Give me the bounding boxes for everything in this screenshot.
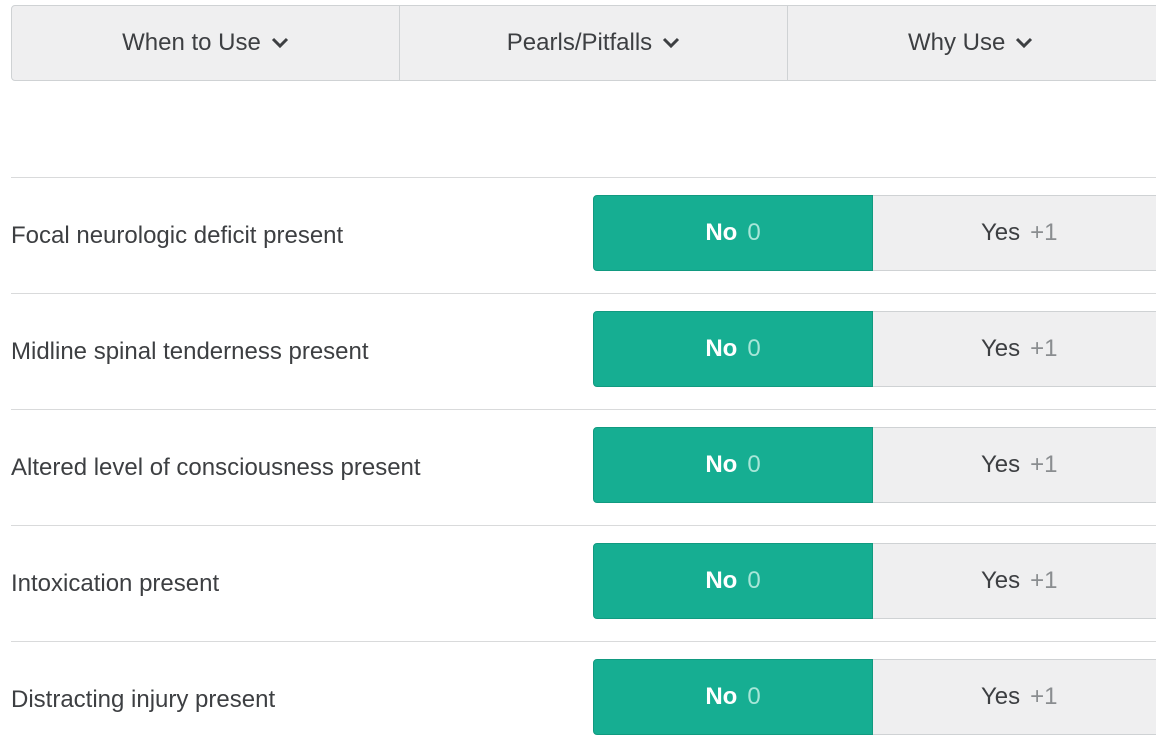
criterion-row: Focal neurologic deficit present No 0 Ye… (11, 177, 1156, 293)
yes-no-toggle: No 0 Yes +1 (593, 659, 1156, 735)
criterion-row: Intoxication present No 0 Yes +1 (11, 525, 1156, 641)
tab-label: Why Use (908, 29, 1006, 56)
yes-option-button[interactable]: Yes +1 (873, 311, 1156, 387)
option-label: No (705, 451, 738, 478)
no-option-button[interactable]: No 0 (593, 427, 873, 503)
option-points: +1 (1030, 219, 1058, 246)
no-option-button[interactable]: No 0 (593, 659, 873, 735)
calculator-page: When to Use Pearls/Pitfalls Why Use Foca… (0, 0, 1156, 750)
no-option-button[interactable]: No 0 (593, 543, 873, 619)
option-label: No (705, 219, 738, 246)
option-points: 0 (747, 567, 761, 594)
criteria-list: Focal neurologic deficit present No 0 Ye… (11, 177, 1156, 750)
option-label: No (705, 567, 738, 594)
option-label: Yes (981, 567, 1021, 594)
no-option-button[interactable]: No 0 (593, 311, 873, 387)
criterion-row: Midline spinal tenderness present No 0 Y… (11, 293, 1156, 409)
tab-label: When to Use (122, 29, 261, 56)
option-label: Yes (981, 219, 1021, 246)
yes-no-toggle: No 0 Yes +1 (593, 543, 1156, 619)
chevron-down-icon (663, 37, 680, 49)
criterion-label: Midline spinal tenderness present (11, 338, 369, 365)
no-option-button[interactable]: No 0 (593, 195, 873, 271)
yes-option-button[interactable]: Yes +1 (873, 427, 1156, 503)
criterion-label: Intoxication present (11, 570, 220, 597)
criterion-row: Altered level of consciousness present N… (11, 409, 1156, 525)
yes-option-button[interactable]: Yes +1 (873, 543, 1156, 619)
yes-option-button[interactable]: Yes +1 (873, 659, 1156, 735)
yes-no-toggle: No 0 Yes +1 (593, 427, 1156, 503)
yes-no-toggle: No 0 Yes +1 (593, 311, 1156, 387)
criterion-label: Distracting injury present (11, 686, 276, 713)
tab-why-use[interactable]: Why Use (788, 6, 1156, 80)
option-points: +1 (1030, 567, 1058, 594)
yes-no-toggle: No 0 Yes +1 (593, 195, 1156, 271)
option-label: Yes (981, 683, 1021, 710)
criterion-label: Focal neurologic deficit present (11, 222, 344, 249)
chevron-down-icon (1016, 37, 1033, 49)
option-label: No (705, 335, 738, 362)
option-points: 0 (747, 683, 761, 710)
yes-option-button[interactable]: Yes +1 (873, 195, 1156, 271)
option-label: Yes (981, 335, 1021, 362)
option-points: +1 (1030, 335, 1058, 362)
option-label: Yes (981, 451, 1021, 478)
option-points: 0 (747, 335, 761, 362)
tab-when-to-use[interactable]: When to Use (12, 6, 400, 80)
criterion-label: Altered level of consciousness present (11, 454, 421, 481)
chevron-down-icon (271, 37, 288, 49)
option-label: No (705, 683, 738, 710)
option-points: 0 (747, 219, 761, 246)
criterion-row: Distracting injury present No 0 Yes +1 (11, 641, 1156, 750)
info-tab-bar: When to Use Pearls/Pitfalls Why Use (11, 5, 1156, 81)
option-points: 0 (747, 451, 761, 478)
tab-pearls-pitfalls[interactable]: Pearls/Pitfalls (400, 6, 788, 80)
option-points: +1 (1030, 451, 1058, 478)
option-points: +1 (1030, 683, 1058, 710)
tab-label: Pearls/Pitfalls (506, 29, 653, 56)
